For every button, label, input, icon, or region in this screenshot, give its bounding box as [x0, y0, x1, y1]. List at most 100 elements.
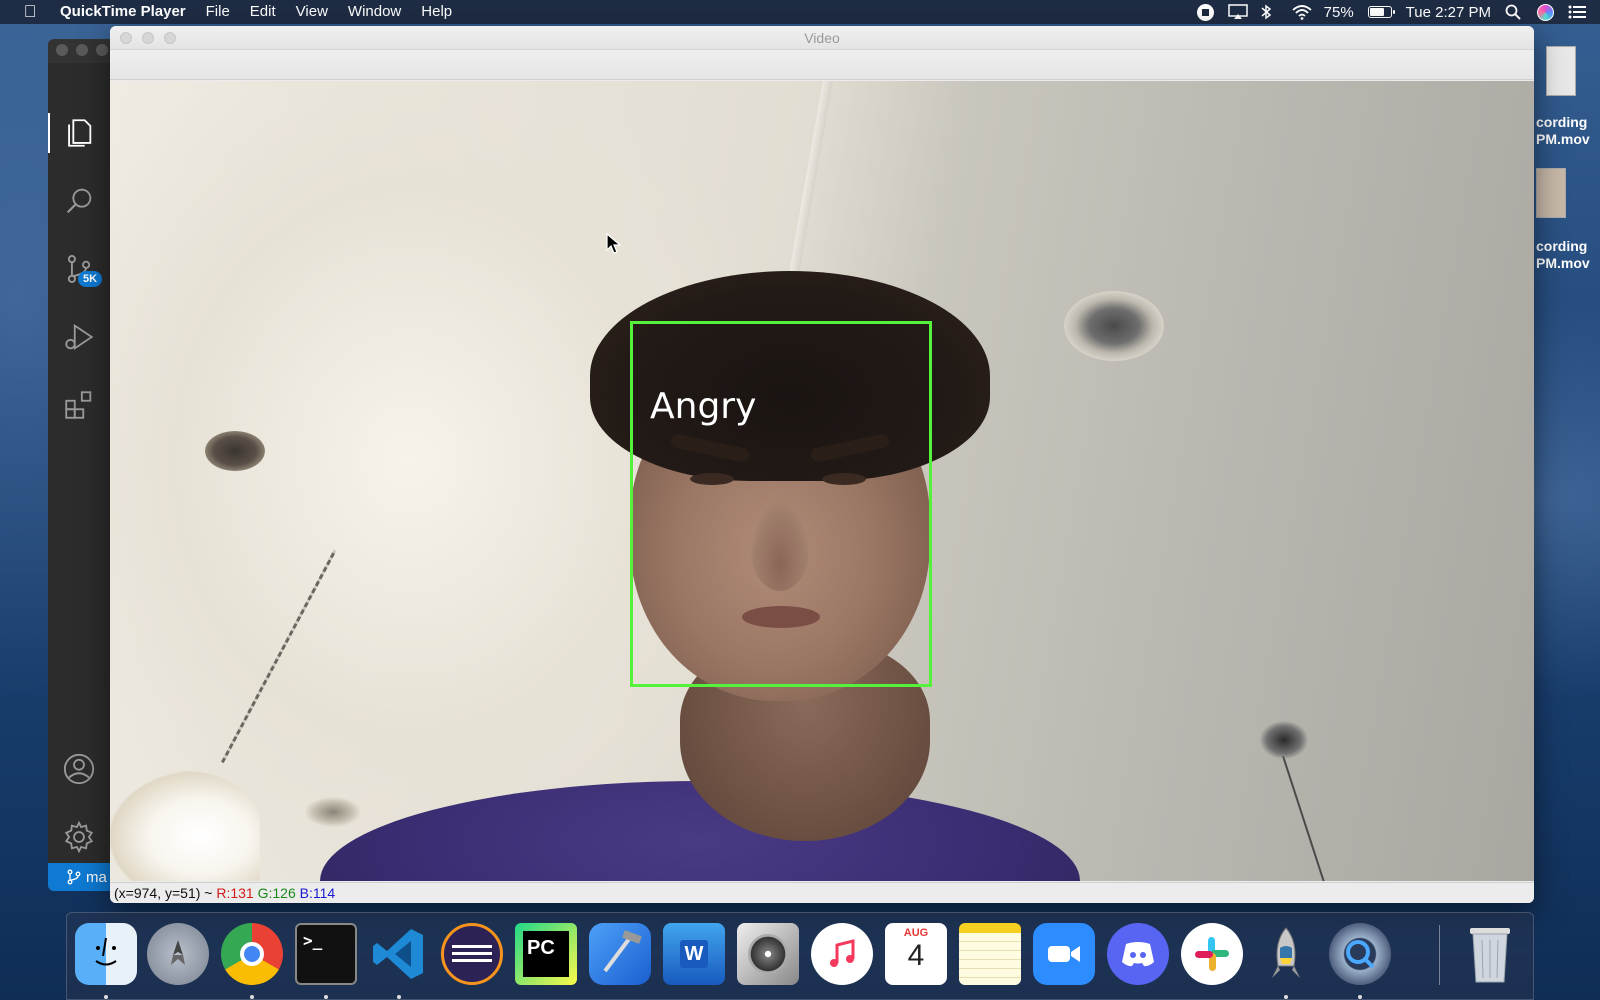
launchpad-icon[interactable] [147, 923, 209, 985]
accounts-button[interactable] [48, 739, 110, 799]
pendant-wire [1282, 755, 1328, 881]
spotlight-search-icon[interactable] [1505, 4, 1523, 20]
close-button[interactable] [56, 44, 68, 56]
vscode-status-branch[interactable]: ma [48, 863, 118, 891]
calendar-day: 4 [907, 939, 925, 972]
run-debug-button[interactable] [48, 307, 110, 367]
trash-icon[interactable] [1459, 923, 1521, 985]
video-frame[interactable]: Angry [110, 81, 1534, 881]
menu-window[interactable]: Window [338, 0, 411, 24]
small-recessed-light [305, 797, 361, 827]
dock: >_ PC W AUG 4 [66, 912, 1534, 1000]
menu-view[interactable]: View [286, 0, 338, 24]
siri-icon[interactable] [1537, 3, 1554, 21]
desktop-file-line: PM.mov [1536, 255, 1590, 271]
battery-percent[interactable]: 75% [1324, 4, 1354, 21]
gear-icon [64, 820, 94, 854]
pendant-lamp-right [1260, 721, 1308, 759]
xcode-icon[interactable] [589, 923, 651, 985]
run-debug-icon [65, 323, 94, 351]
chrome-icon[interactable] [221, 923, 283, 985]
extensions-icon [65, 391, 92, 419]
dock-separator [1439, 925, 1440, 985]
video-window-title: Video [804, 30, 840, 46]
pixel-green-value: G:126 [257, 885, 296, 901]
finder-icon[interactable] [75, 923, 137, 985]
running-indicator [397, 995, 401, 999]
files-icon [68, 119, 92, 147]
desktop-file-line: cording [1536, 114, 1588, 130]
word-icon[interactable]: W [663, 923, 725, 985]
explorer-button[interactable] [48, 103, 110, 163]
music-icon[interactable] [811, 923, 873, 985]
desktop-file-thumbnail[interactable] [1536, 168, 1566, 218]
desktop-file-recording-1[interactable]: cording PM.mov [1536, 114, 1600, 148]
minimize-button[interactable] [76, 44, 88, 56]
airplay-icon[interactable] [1227, 4, 1248, 20]
python-launcher-icon[interactable] [1255, 923, 1317, 985]
bluetooth-icon[interactable] [1260, 4, 1278, 20]
screen-record-stop-icon[interactable] [1196, 3, 1214, 21]
calendar-month: AUG [903, 927, 929, 939]
pycharm-label: PC [523, 931, 569, 977]
face-detection-box [630, 321, 932, 687]
disk-utility-icon[interactable] [737, 923, 799, 985]
running-indicator [104, 995, 108, 999]
menu-file[interactable]: File [196, 0, 240, 24]
activity-bar: 5K [48, 63, 110, 891]
running-indicator [1284, 995, 1288, 999]
manage-button[interactable] [48, 807, 110, 867]
running-indicator [324, 995, 328, 999]
battery-icon[interactable] [1367, 6, 1395, 18]
video-window: Video Angry (x=974, y=51) ~ R:131 G:126 … [110, 26, 1534, 903]
account-icon [63, 753, 95, 785]
zoom-button[interactable] [96, 44, 108, 56]
desktop-file-line: cording [1536, 238, 1588, 254]
video-window-titlebar[interactable]: Video [110, 26, 1534, 50]
vscode-icon[interactable] [367, 923, 429, 985]
vscode-window: 5K ma [48, 39, 118, 891]
menu-bar:  QuickTime Player File Edit View Window… [0, 0, 1600, 24]
search-button[interactable] [48, 171, 110, 231]
running-indicator [250, 995, 254, 999]
ceiling-fan-light [110, 771, 260, 881]
eclipse-icon[interactable] [441, 923, 503, 985]
running-indicator [1358, 995, 1362, 999]
menu-edit[interactable]: Edit [240, 0, 286, 24]
scm-badge: 5K [78, 271, 103, 287]
pixel-red-value: R:131 [216, 885, 254, 901]
video-window-toolbar [110, 50, 1534, 80]
terminal-icon[interactable]: >_ [295, 923, 357, 985]
zoom-icon[interactable] [1033, 923, 1095, 985]
recessed-light [1064, 291, 1164, 361]
calendar-icon[interactable]: AUG 4 [885, 923, 947, 985]
branch-label: ma [86, 868, 107, 886]
pycharm-icon[interactable]: PC [515, 923, 577, 985]
word-label: W [680, 940, 708, 968]
desktop-file-recording-2[interactable]: cording PM.mov [1536, 238, 1600, 272]
video-status-bar: (x=974, y=51) ~ R:131 G:126 B:114 [110, 882, 1534, 903]
menu-clock[interactable]: Tue 2:27 PM [1406, 4, 1491, 21]
pendant-chain [221, 549, 337, 764]
desktop-file-line: PM.mov [1536, 131, 1590, 147]
quicktime-icon[interactable] [1329, 923, 1391, 985]
extensions-button[interactable] [48, 375, 110, 435]
vscode-window-controls [56, 44, 108, 56]
menu-app-name[interactable]: QuickTime Player [60, 0, 196, 24]
search-icon [66, 188, 92, 214]
notes-icon[interactable] [959, 923, 1021, 985]
apple-menu-icon[interactable]:  [0, 2, 60, 22]
git-branch-icon [67, 869, 81, 885]
notification-center-icon[interactable] [1568, 4, 1586, 20]
cursor-coordinates: (x=974, y=51) ~ [114, 885, 213, 901]
wifi-icon[interactable] [1292, 4, 1312, 20]
source-control-button[interactable]: 5K [48, 239, 110, 299]
menu-help[interactable]: Help [411, 0, 462, 24]
pixel-blue-value: B:114 [299, 885, 336, 901]
battery-fill [1369, 8, 1384, 16]
desktop-file-thumbnail[interactable] [1546, 46, 1576, 96]
slack-icon[interactable] [1181, 923, 1243, 985]
emotion-label: Angry [650, 386, 757, 427]
pendant-lamp [205, 431, 265, 471]
discord-icon[interactable] [1107, 923, 1169, 985]
